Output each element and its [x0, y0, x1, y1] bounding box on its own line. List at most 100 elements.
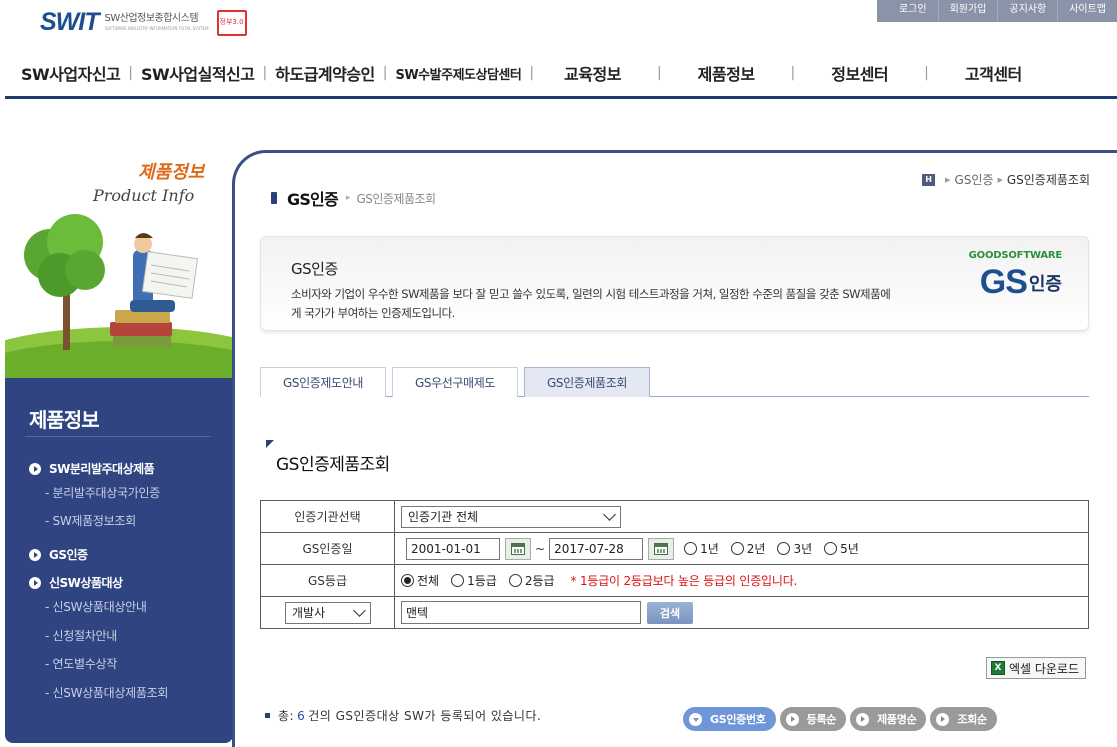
sort-registration-button[interactable]: 등록순: [779, 707, 847, 731]
circle-arrow-icon: [29, 462, 41, 475]
lnb-sub-apply-process[interactable]: - 신청절차안내: [45, 627, 117, 644]
lnb-item-label: GS인증: [49, 548, 88, 562]
period-1y-radio[interactable]: 1년: [684, 540, 719, 557]
tab-bar: GS인증제도안내 GS우선구매제도 GS인증제품조회: [260, 367, 1089, 397]
gnb-separator: |: [924, 65, 929, 81]
gnb-separator: |: [529, 65, 535, 81]
lnb-sub-sw-product-search[interactable]: - SW제품정보조회: [45, 512, 136, 529]
org-select[interactable]: 인증기관 전체: [401, 505, 621, 528]
page-title-sub: GS인증제품조회: [356, 191, 436, 206]
sort-buttons: GS인증번호 등록순 제품명순 조회순: [683, 707, 1001, 731]
login-link[interactable]: 로그인: [876, 0, 938, 22]
lnb-title: 제품정보: [29, 408, 100, 432]
gnb-education[interactable]: 교육정보: [564, 61, 621, 85]
gnb-customer-center[interactable]: 고객센터: [965, 61, 1022, 85]
lnb-sub-award-guide[interactable]: - 신SW상품대상안내: [45, 598, 147, 615]
gnb-underline: [5, 96, 1117, 99]
date-from-input[interactable]: 2001-01-01: [406, 537, 500, 560]
page-title: GS인증 ▸ GS인증제품조회: [271, 186, 436, 210]
arrow-right-icon: ▸: [345, 193, 351, 203]
breadcrumb-gs-cert[interactable]: GS인증: [954, 171, 993, 188]
arrow-right-icon: ▶: [997, 175, 1003, 184]
page-title-main: GS인증: [287, 190, 339, 209]
lnb-sub-national-cert[interactable]: - 분리발주대상국가인증: [45, 484, 160, 501]
arrow-right-icon: ▶: [945, 175, 951, 184]
sitemap-link[interactable]: 사이트맵: [1057, 0, 1117, 22]
date-to-input[interactable]: 2017-07-28: [549, 537, 644, 560]
lnb-sub-award-product-search[interactable]: - 신SW상품대상제품조회: [45, 684, 168, 701]
date-label: GS인증일: [260, 532, 395, 565]
breadcrumb-current: GS인증제품조회: [1006, 173, 1090, 187]
period-radio-group: 1년 2년 3년 5년: [684, 540, 871, 557]
total-suffix: 건의 GS인증대상 SW가 등록되어 있습니다.: [308, 709, 542, 723]
calendar-to-button[interactable]: [648, 537, 675, 560]
gnb-separator: |: [128, 65, 133, 81]
grade-radio-group: 전체 1등급 2등급: [401, 572, 567, 589]
period-2y-radio[interactable]: 2년: [730, 540, 765, 557]
gnb-consult-center[interactable]: SW수발주제도상담센터: [395, 64, 521, 83]
sort-gs-number-button[interactable]: GS인증번호: [683, 707, 776, 731]
total-count: 총: 6 건의 GS인증대상 SW가 등록되어 있습니다.: [265, 707, 541, 724]
global-nav: SW사업자신고 | SW사업실적신고 | 하도급계약승인 | SW수발주제도상담…: [0, 58, 1117, 88]
intro-description: 소비자와 기업이 우수한 SW제품을 보다 잘 믿고 쓸수 있도록, 일련의 시…: [291, 287, 891, 320]
grade-label: GS등급: [260, 564, 395, 597]
sort-views-button[interactable]: 조회순: [930, 707, 997, 731]
left-visual: 제품정보 Product Info: [5, 150, 233, 378]
keyword-type-select[interactable]: 개발사: [285, 601, 371, 624]
lnb-divider: [25, 436, 211, 437]
calendar-icon: [654, 542, 669, 555]
notice-link[interactable]: 공지사항: [997, 0, 1058, 22]
title-mark-icon: [271, 192, 277, 204]
sort-product-name-button[interactable]: 제품명순: [850, 707, 927, 731]
gnb-subcontract-approval[interactable]: 하도급계약승인: [275, 61, 375, 85]
lnb-sub-yearly-winners[interactable]: - 연도별수상작: [45, 655, 117, 672]
lnb-item-label: 신SW상품대상: [49, 576, 123, 590]
total-count-value: 6: [297, 708, 306, 723]
keyword-input[interactable]: 맨텍: [401, 601, 641, 624]
intro-box: GS인증 소비자와 기업이 우수한 SW제품을 보다 잘 믿고 쓸수 있도록, …: [260, 236, 1089, 331]
home-icon[interactable]: H: [922, 173, 936, 186]
total-prefix: 총:: [278, 709, 295, 723]
gs-logo-kr: 인증: [1028, 273, 1062, 295]
lnb-item-new-sw-award[interactable]: 신SW상품대상: [29, 574, 123, 591]
date-tilde: ~: [535, 541, 546, 556]
bullet-icon: [265, 713, 270, 718]
gnb-sw-performance-report[interactable]: SW사업실적신고: [141, 61, 255, 85]
calendar-from-button[interactable]: [505, 537, 531, 560]
grade-all-radio[interactable]: 전체: [401, 572, 439, 589]
gnb-separator: |: [262, 65, 268, 81]
excel-download-button[interactable]: X 엑셀 다운로드: [985, 657, 1086, 679]
gov30-badge: 정부3.0: [216, 9, 247, 36]
gs-cert-logo: GOODSOFTWARE GS 인증: [969, 250, 1063, 302]
site-logo[interactable]: SWIT SW산업정보종합시스템 SOFTWARE INDUSTRY INFOR…: [40, 8, 247, 37]
grade-1-radio[interactable]: 1등급: [451, 572, 497, 589]
calendar-icon: [511, 542, 525, 555]
search-form: 인증기관선택 인증기관 전체 GS인증일 2001-01-01 ~ 2017-0…: [260, 500, 1089, 629]
reading-man-illustration: [5, 214, 233, 378]
section-title: GS인증제품조회: [266, 440, 390, 475]
corner-mark-icon: [266, 440, 274, 448]
breadcrumb: H ▶ GS인증 ▶ GS인증제품조회: [922, 171, 1090, 188]
chevron-down-icon: [353, 603, 366, 617]
grade-2-radio[interactable]: 2등급: [508, 572, 555, 589]
signup-link[interactable]: 회원가입: [937, 0, 998, 22]
period-3y-radio[interactable]: 3년: [777, 540, 812, 557]
tab-gs-product-search[interactable]: GS인증제품조회: [524, 367, 650, 397]
grade-note: * 1등급이 2등급보다 높은 등급의 인증입니다.: [570, 574, 798, 588]
org-label: 인증기관선택: [260, 500, 395, 533]
search-button[interactable]: 검색: [647, 601, 693, 624]
logo-en: SOFTWARE INDUSTRY INFORMATION TOTAL SYST…: [104, 26, 209, 31]
logo-kr: SW산업정보종합시스템: [104, 13, 199, 24]
period-5y-radio[interactable]: 5년: [824, 540, 859, 557]
tab-gs-priority-purchase[interactable]: GS우선구매제도: [392, 367, 518, 397]
tab-gs-system-guide[interactable]: GS인증제도안내: [260, 367, 386, 397]
lnb-item-sw-separate-order[interactable]: SW분리발주대상제품: [29, 460, 155, 477]
gnb-product-info[interactable]: 제품정보: [698, 61, 755, 85]
lnb-item-gs-cert[interactable]: GS인증: [29, 546, 88, 563]
gnb-sw-business-report[interactable]: SW사업자신고: [21, 61, 121, 85]
gs-logo-mark: GS: [979, 263, 1028, 301]
chevron-down-icon: [603, 507, 616, 521]
lnb-item-label: SW분리발주대상제품: [49, 462, 155, 476]
gnb-info-center[interactable]: 정보센터: [831, 61, 888, 85]
logo-mark: SWIT: [40, 8, 99, 36]
